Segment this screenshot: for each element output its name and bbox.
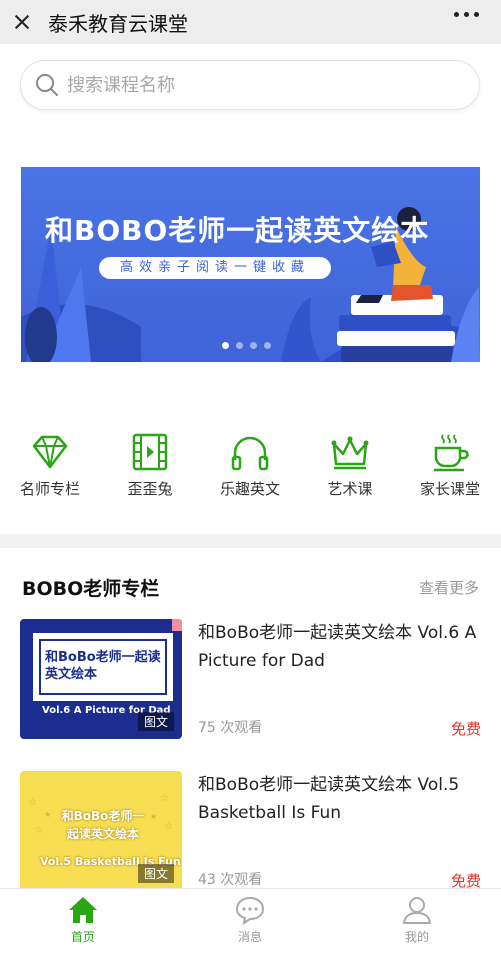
pager-dot[interactable]	[250, 342, 257, 349]
home-content: 和BOBO老师一起读英文绘本 高效亲子阅读一键收藏 名师专栏	[0, 44, 501, 534]
section-title: BOBO老师专栏	[22, 578, 160, 600]
more-icon[interactable]	[454, 12, 479, 17]
view-more-link[interactable]: 查看更多	[419, 577, 479, 598]
user-icon	[402, 897, 432, 924]
svg-text:☆: ☆	[28, 797, 37, 808]
content-type-tag: 图文	[137, 712, 174, 731]
banner-title: 和BOBO老师一起读英文绘本	[45, 214, 430, 247]
tab-messages[interactable]: 消息	[210, 895, 290, 945]
pager-dot[interactable]	[236, 342, 243, 349]
category-item-parents[interactable]: 家长课堂	[405, 432, 495, 499]
diamond-icon	[32, 435, 68, 469]
pager-dot[interactable]	[264, 342, 271, 349]
view-count: 75 次观看	[198, 720, 263, 736]
category-item-fun-english[interactable]: 乐趣英文	[205, 432, 295, 499]
svg-text:★: ★	[150, 812, 157, 821]
film-icon	[132, 433, 168, 471]
course-thumbnail[interactable]: 和BoBo老师一起读英文绘本 Vol.6 A Picture for Dad 图…	[20, 619, 182, 739]
promo-banner[interactable]: 和BOBO老师一起读英文绘本 高效亲子阅读一键收藏	[21, 167, 480, 362]
course-section: BOBO老师专栏 查看更多 和BoBo老师一起读英文绘本 Vol.6 A Pic…	[0, 548, 501, 891]
category-item-art[interactable]: 艺术课	[305, 432, 395, 499]
headphones-icon	[231, 436, 269, 471]
coffee-cup-icon	[434, 434, 469, 472]
price-label: 免费	[450, 720, 481, 738]
home-icon	[69, 897, 97, 923]
tab-profile[interactable]: 我的	[377, 895, 457, 945]
view-count: 43 次观看	[198, 872, 263, 888]
banner-pager	[222, 342, 271, 349]
search-icon	[36, 74, 58, 96]
page-title: 泰禾教育云课堂	[48, 11, 188, 36]
thumbnail-title: 和BoBo老师一起读英文绘本	[45, 650, 161, 682]
message-icon	[235, 896, 265, 925]
thumbnail-frame: 和BoBo老师一起读英文绘本	[33, 633, 173, 701]
course-title[interactable]: 和BoBo老师一起读英文绘本 Vol.6 A Picture for Dad	[198, 619, 481, 675]
course-title[interactable]: 和BoBo老师一起读英文绘本 Vol.5 Basketball Is Fun	[198, 771, 481, 827]
thumbnail-decoration	[172, 619, 182, 631]
close-icon[interactable]	[0, 0, 44, 44]
svg-text:☆: ☆	[160, 793, 169, 804]
category-item-masters[interactable]: 名师专栏	[5, 432, 95, 499]
banner-subtitle: 高效亲子阅读一键收藏	[99, 257, 331, 279]
course-thumbnail[interactable]: ☆ ☆ ☆ ☆ ★ ★ 和BoBo老师一起读英文绘本 Vol.5 Basketb…	[20, 771, 182, 891]
search-bar[interactable]	[20, 60, 480, 110]
tab-home[interactable]: 首页	[43, 895, 123, 945]
bottom-tab-bar: 首页 消息 我的	[0, 888, 501, 953]
svg-text:☆: ☆	[164, 821, 173, 832]
search-input[interactable]	[67, 74, 447, 96]
thumbnail-title: 和BoBo老师一起读英文绘本	[61, 809, 145, 841]
course-card[interactable]: ☆ ☆ ☆ ☆ ★ ★ 和BoBo老师一起读英文绘本 Vol.5 Basketb…	[20, 771, 481, 891]
category-grid: 名师专栏 歪歪兔 乐趣英文 艺术课 家长课堂	[0, 432, 501, 512]
svg-text:★: ★	[44, 810, 51, 819]
pager-dot[interactable]	[222, 342, 229, 349]
course-card[interactable]: 和BoBo老师一起读英文绘本 Vol.6 A Picture for Dad 图…	[20, 619, 481, 739]
svg-text:☆: ☆	[34, 825, 43, 836]
category-item-waiwaitu[interactable]: 歪歪兔	[105, 432, 195, 499]
content-type-tag: 图文	[137, 864, 174, 883]
top-bar: 泰禾教育云课堂	[0, 0, 501, 44]
crown-icon	[331, 436, 369, 470]
